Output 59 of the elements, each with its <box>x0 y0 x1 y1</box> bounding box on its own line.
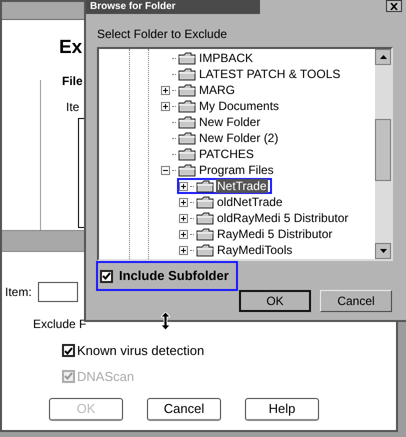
checkbox-label: Include Subfolder <box>119 267 229 286</box>
window-title: Browse for Folder <box>90 2 176 12</box>
folder-icon <box>196 180 214 192</box>
folder-icon <box>196 228 214 240</box>
folder-item[interactable]: RayMediTools <box>216 243 294 257</box>
folder-icon <box>196 212 214 224</box>
folder-item[interactable]: IMPBACK <box>198 51 254 65</box>
expand-icon[interactable] <box>161 102 170 110</box>
folder-icon <box>178 164 196 176</box>
checkbox[interactable] <box>62 344 75 358</box>
resize-cursor-icon <box>161 312 170 330</box>
folder-item[interactable]: LATEST PATCH & TOOLS <box>198 67 342 81</box>
folder-icon <box>178 116 196 128</box>
expand-icon[interactable] <box>179 230 188 238</box>
dialog-heading: Ex <box>59 38 82 57</box>
folder-icon <box>178 100 196 112</box>
scrollbar[interactable] <box>375 49 391 259</box>
expand-icon[interactable] <box>179 214 188 222</box>
scroll-down-button[interactable] <box>375 243 391 259</box>
folder-icon <box>196 244 214 256</box>
item-field[interactable] <box>38 282 78 302</box>
folder-item[interactable]: MARG <box>198 83 236 97</box>
item-label: Item: <box>5 284 32 301</box>
folder-item[interactable]: PATCHES <box>198 147 255 161</box>
checkbox-label: Known virus detection <box>77 342 204 360</box>
folder-item[interactable]: RayMedi 5 Distributor <box>216 227 334 241</box>
folder-item[interactable]: oldNetTrade <box>216 195 284 209</box>
expand-icon[interactable] <box>179 246 188 254</box>
folder-item[interactable]: My Documents <box>198 99 280 113</box>
folder-icon <box>178 52 196 64</box>
close-button[interactable] <box>386 0 402 12</box>
close-icon <box>390 2 398 10</box>
scroll-thumb[interactable] <box>375 119 391 181</box>
expand-icon[interactable] <box>161 86 170 94</box>
prompt-text: Select Folder to Exclude <box>97 26 228 43</box>
folder-item[interactable]: Program Files <box>198 163 275 177</box>
dialog-button[interactable]: Cancel <box>320 290 392 312</box>
scroll-up-button[interactable] <box>375 49 391 65</box>
folder-icon <box>178 84 196 96</box>
folder-item[interactable]: oldRayMedi 5 Distributor <box>216 211 350 225</box>
folder-item[interactable]: New Folder <box>198 115 262 129</box>
down-arrow-icon <box>380 249 386 253</box>
expand-icon[interactable] <box>179 182 188 190</box>
checkbox[interactable] <box>100 270 113 282</box>
folder-icon <box>178 68 196 80</box>
collapse-icon[interactable] <box>161 166 170 174</box>
dialog-button[interactable]: OK <box>239 290 311 312</box>
folder-icon <box>178 132 196 144</box>
dialog-button[interactable]: Help <box>245 398 319 421</box>
item-label: Ite <box>66 99 80 116</box>
checkbox-label: DNAScan <box>77 368 134 386</box>
folder-icon <box>178 148 196 160</box>
files-label: File <box>62 73 83 90</box>
folder-icon <box>196 196 214 208</box>
up-arrow-icon <box>380 55 386 59</box>
folder-item[interactable]: New Folder (2) <box>198 131 280 145</box>
folder-item[interactable]: NetTrade <box>216 179 268 193</box>
dialog-button[interactable]: Cancel <box>147 398 221 421</box>
expand-icon[interactable] <box>179 198 188 206</box>
